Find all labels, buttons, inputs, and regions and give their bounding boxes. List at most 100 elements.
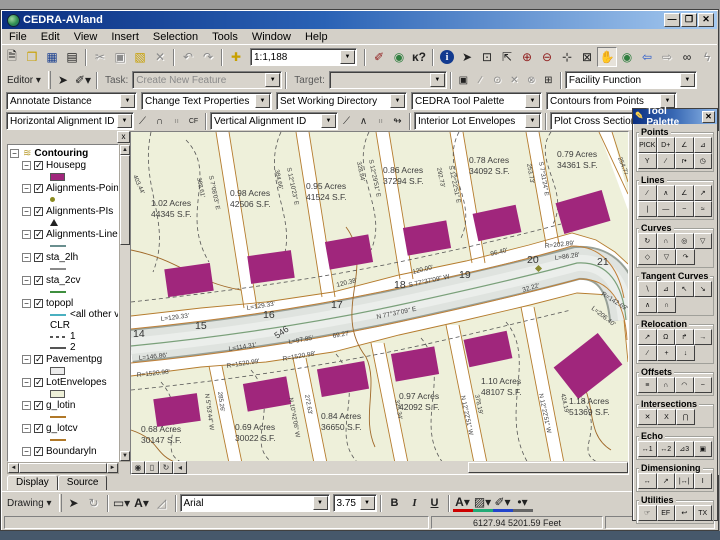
back-extent-icon[interactable]: ⇦ [637, 47, 657, 67]
redo-icon[interactable]: ↷ [198, 47, 218, 67]
layer-alignments-points[interactable]: −Alignments-Points [10, 182, 118, 194]
map-view[interactable]: 1415161718192021 1.02 Acres44345 S.F.0.9… [130, 131, 629, 475]
zoom-out-icon[interactable]: ⊖ [537, 47, 557, 67]
collapse-icon[interactable]: − [22, 207, 31, 216]
palette-tool-button[interactable]: + [657, 345, 676, 361]
pause-drawing-icon[interactable]: ◂ [173, 461, 187, 474]
station-grid-icon[interactable]: ∷ [168, 113, 185, 130]
pigtail-icon[interactable]: ↬ [389, 113, 406, 130]
layer-checkbox[interactable] [34, 299, 43, 308]
layer-checkbox[interactable] [34, 276, 43, 285]
palette-tool-button[interactable]: → [694, 329, 713, 345]
layer-alignments-lines[interactable]: −Alignments-Lines [10, 228, 118, 240]
palette-tool-button[interactable]: ∩ [657, 377, 676, 393]
print-icon[interactable]: ▤ [62, 47, 82, 67]
maximize-button[interactable]: ❐ [681, 13, 697, 27]
palette-close-icon[interactable]: ✕ [702, 111, 715, 123]
menu-selection[interactable]: Selection [146, 30, 205, 44]
palette-tool-button[interactable]: ⊿3 [675, 441, 694, 457]
palette-tool-button[interactable]: ⊿ [694, 137, 713, 153]
layer-checkbox[interactable] [34, 447, 43, 456]
collapse-icon[interactable]: − [22, 276, 31, 285]
palette-tool-button[interactable]: ∩ [657, 233, 676, 249]
palette-toggle-icon[interactable]: ▣ [455, 72, 472, 89]
layer-checkbox[interactable] [34, 230, 43, 239]
palette-tool-button[interactable]: I [694, 473, 713, 489]
palette-tool-button[interactable]: ◷ [694, 153, 713, 169]
layer-housepg[interactable]: −Housepg [10, 159, 118, 171]
tool-palette-titlebar[interactable]: ✎ Tool Palette ✕ [633, 109, 717, 124]
collapse-icon[interactable]: − [22, 253, 31, 262]
target-combo[interactable]: ▼ [329, 71, 447, 89]
cedra-combo-3[interactable]: CEDRA Tool Palette▼ [411, 92, 542, 110]
collapse-icon[interactable]: − [22, 184, 31, 193]
palette-tool-button[interactable]: Ω [657, 329, 676, 345]
palette-tool-button[interactable]: |↔| [675, 473, 694, 489]
palette-tool-button[interactable]: ~ [694, 377, 713, 393]
palette-tool-button[interactable]: r• [675, 153, 694, 169]
palette-tool-button[interactable]: ↖ [675, 281, 694, 297]
collapse-icon[interactable]: − [22, 161, 31, 170]
palette-tool-button[interactable]: ↗ [638, 329, 657, 345]
marker-color-icon[interactable]: •▾ [513, 495, 533, 512]
callout-tool-icon[interactable]: ◿ [152, 493, 172, 513]
zoom-in-icon[interactable]: ⊕ [517, 47, 537, 67]
palette-tool-button[interactable]: ~ [675, 201, 694, 217]
palette-tool-button[interactable]: D+ [657, 137, 676, 153]
menu-window[interactable]: Window [245, 30, 298, 44]
shape-tool-icon[interactable]: ▭▾ [112, 493, 132, 513]
split-tool-icon[interactable]: ∕ [472, 72, 489, 89]
palette-tool-button[interactable]: Y [638, 153, 657, 169]
collapse-icon[interactable]: − [22, 424, 31, 433]
palette-tool-button[interactable]: ✕ [638, 409, 657, 425]
profile-line-icon[interactable]: ⟋ [134, 113, 151, 130]
palette-tool-button[interactable]: ↓ [676, 345, 695, 361]
layer-checkbox[interactable] [34, 401, 43, 410]
rotate-tool-icon[interactable]: ⊙ [489, 72, 506, 89]
hyperlink-icon[interactable]: ◉ [389, 47, 409, 67]
layer-checkbox[interactable] [34, 378, 43, 387]
palette-tool-button[interactable]: ↘ [694, 281, 713, 297]
pointer-icon[interactable]: ➤ [457, 47, 477, 67]
rotate-element-icon[interactable]: ↻ [84, 493, 104, 513]
font-size-combo[interactable]: 3.75▼ [333, 494, 377, 512]
sketch-tool-icon[interactable]: ✐ [369, 47, 389, 67]
collapse-icon[interactable]: − [10, 149, 19, 158]
layer-checkbox[interactable] [34, 253, 43, 262]
text-tool-icon[interactable]: A▾ [132, 493, 152, 513]
collapse-icon[interactable]: − [22, 299, 31, 308]
select-elements-icon[interactable]: ➤ [64, 493, 84, 513]
tab-display[interactable]: Display [7, 475, 58, 490]
palette-tool-button[interactable]: ↗ [657, 473, 676, 489]
palette-tool-button[interactable]: ↔1 [638, 441, 657, 457]
layer-g_lotcv[interactable]: −g_lotcv [10, 422, 118, 434]
layer-checkbox[interactable] [34, 424, 43, 433]
palette-tool-button[interactable]: ∩ [657, 297, 676, 313]
layer-checkbox[interactable] [34, 207, 43, 216]
layer-checkbox[interactable] [34, 355, 43, 364]
layer-lotenvelopes[interactable]: −LotEnvelopes [10, 376, 118, 388]
full-extent-icon[interactable]: ◉ [617, 47, 637, 67]
trim-tool-icon[interactable]: ✕ [506, 72, 523, 89]
toc-close-icon[interactable]: x [117, 131, 130, 143]
curve-flag-icon[interactable]: CF [185, 113, 202, 130]
collapse-icon[interactable]: − [22, 230, 31, 239]
palette-tool-button[interactable]: ↩ [675, 505, 694, 521]
palette-tool-button[interactable]: ↻ [638, 233, 657, 249]
vline-icon[interactable]: ⟋ [338, 113, 355, 130]
palette-tool-button[interactable]: ▽ [657, 249, 676, 265]
font-color-icon[interactable]: A▾ [453, 495, 473, 512]
select-features-icon[interactable]: ⊡ [477, 47, 497, 67]
title-bar[interactable]: CEDRA-AVland — ❐ ✕ [2, 11, 717, 29]
layer-alignments-pis[interactable]: −Alignments-PIs [10, 205, 118, 217]
palette-tool-button[interactable]: ⋂ [676, 409, 695, 425]
menu-edit[interactable]: Edit [34, 30, 67, 44]
vertical-alignment-combo[interactable]: Vertical Alignment ID▼ [210, 112, 338, 130]
interior-lot-combo[interactable]: Interior Lot Envelopes▼ [414, 112, 542, 130]
layer-sta_2cv[interactable]: −sta_2cv [10, 274, 118, 286]
menu-file[interactable]: File [2, 30, 34, 44]
palette-tool-button[interactable]: ∕ [638, 185, 657, 201]
add-data-icon[interactable]: ✚ [226, 47, 246, 67]
forward-extent-icon[interactable]: ⇨ [657, 47, 677, 67]
edit-tool-icon[interactable]: ➤ [53, 70, 73, 90]
